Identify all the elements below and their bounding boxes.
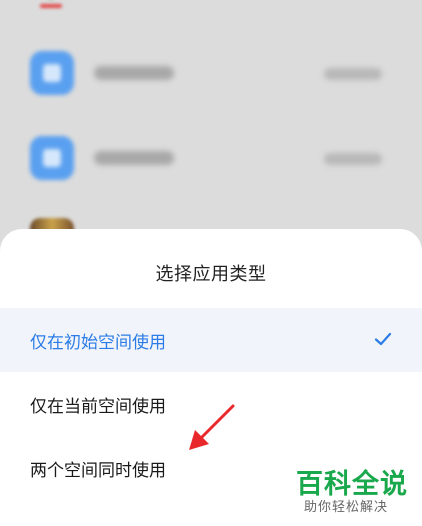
check-icon <box>374 332 392 346</box>
app-meta-blurred <box>324 68 382 80</box>
option-label: 仅在初始空间使用 <box>30 332 166 353</box>
option-label: 仅在当前空间使用 <box>30 396 166 417</box>
red-arrow-icon <box>189 404 235 450</box>
option-label: 两个空间同时使用 <box>30 460 166 481</box>
background-app-row <box>0 28 422 114</box>
app-icon <box>30 51 74 95</box>
sheet-title: 选择应用类型 <box>155 264 267 285</box>
app-meta-blurred <box>324 153 382 165</box>
app-icon <box>40 4 62 8</box>
background-app-row <box>0 113 422 199</box>
app-icon <box>30 136 74 180</box>
app-name-blurred <box>94 151 174 165</box>
watermark-tagline: 助你轻松解决 <box>304 500 389 515</box>
option-initial-space-only[interactable]: 仅在初始空间使用 <box>0 308 422 372</box>
app-name-blurred <box>94 66 174 80</box>
